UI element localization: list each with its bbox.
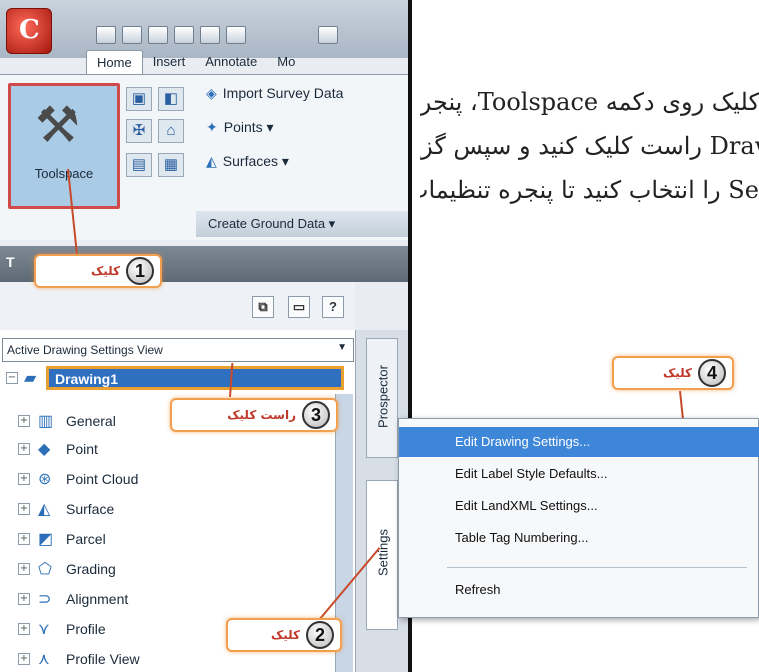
ribbon-panel: ⚒ Toolspace ▣ ◧ ✠ ⌂ ▤ ▦ ◈ Import Survey D… bbox=[0, 74, 408, 240]
save-icon[interactable] bbox=[148, 26, 168, 44]
general-icon: ▥ bbox=[38, 413, 54, 430]
tree-root-drawing1[interactable]: − ▰ Drawing1 bbox=[6, 364, 344, 394]
menu-item-edit-label-style-defaults[interactable]: Edit Label Style Defaults... bbox=[399, 459, 759, 489]
expand-icon[interactable]: + bbox=[18, 593, 30, 605]
surface-icon: ◭ bbox=[206, 153, 217, 169]
survey-icon[interactable]: ✠ bbox=[126, 119, 152, 143]
prospector-icon[interactable]: ▣ bbox=[126, 87, 152, 111]
menu-separator bbox=[447, 567, 747, 568]
tree-item-parcel[interactable]: + ◩ Parcel bbox=[14, 526, 344, 554]
callout-step-2: 2 کلیک bbox=[226, 618, 342, 652]
tree-item-point[interactable]: + ◆ Point bbox=[14, 436, 344, 464]
drawing-icon: ▰ bbox=[24, 370, 37, 387]
profile-view-icon: ⋏ bbox=[38, 651, 50, 668]
toolbox-icon[interactable]: ⌂ bbox=[158, 119, 184, 143]
toolspace-header-title: T bbox=[6, 254, 15, 270]
expand-icon[interactable]: + bbox=[18, 653, 30, 665]
menu-item-refresh[interactable]: Refresh bbox=[399, 575, 759, 605]
surfaces-button[interactable]: ◭ Surfaces ▾ bbox=[206, 153, 289, 170]
preview-icon[interactable]: ⧉ bbox=[252, 296, 274, 318]
surface-icon: ◭ bbox=[38, 501, 51, 518]
point-cloud-icon: ⊛ bbox=[38, 471, 52, 488]
undo-icon[interactable] bbox=[200, 26, 220, 44]
tab-annotate[interactable]: Annotate bbox=[195, 50, 267, 74]
civil3d-screenshot: C Home Insert Annotate Mo ⚒ Toolspace ▣ … bbox=[0, 0, 412, 672]
view-selector-value: Active Drawing Settings View bbox=[7, 343, 163, 357]
toolspace-label: Toolspace bbox=[34, 166, 94, 181]
create-ground-data-panel-title[interactable]: Create Ground Data ▾ bbox=[196, 211, 408, 237]
tools-icon: ⚒ bbox=[35, 97, 80, 153]
expand-icon[interactable]: + bbox=[18, 473, 30, 485]
toolspace-toolbar: ⧉ ▭ ? bbox=[0, 282, 355, 330]
panorama-icon[interactable]: ◧ bbox=[158, 87, 184, 111]
points-icon: ✦ bbox=[206, 119, 218, 135]
profile-icon: ⋎ bbox=[38, 621, 50, 638]
view-selector[interactable]: Active Drawing Settings View ▼ bbox=[2, 338, 354, 362]
tree-item-surface[interactable]: + ◭ Surface bbox=[14, 496, 344, 524]
help-icon[interactable]: ? bbox=[322, 296, 344, 318]
instruction-line-1: ابتدا با کلیک روی دکمه Toolspace، پنجره … bbox=[420, 88, 759, 116]
expand-icon[interactable]: + bbox=[18, 563, 30, 575]
import-survey-data-button[interactable]: ◈ Import Survey Data bbox=[206, 85, 343, 102]
properties-icon[interactable]: ▤ bbox=[126, 153, 152, 177]
drawing1-label[interactable]: Drawing1 bbox=[46, 366, 344, 390]
menu-item-edit-drawing-settings[interactable]: Edit Drawing Settings... bbox=[399, 427, 759, 457]
workspace-icon[interactable] bbox=[318, 26, 338, 44]
alignment-icon: ⊃ bbox=[38, 591, 52, 608]
expand-icon[interactable]: + bbox=[18, 533, 30, 545]
app-logo[interactable]: C bbox=[6, 8, 52, 54]
expand-icon[interactable]: + bbox=[18, 415, 30, 427]
tree-item-grading[interactable]: + ⬠ Grading bbox=[14, 556, 344, 584]
redo-icon[interactable] bbox=[226, 26, 246, 44]
expand-icon[interactable]: + bbox=[18, 443, 30, 455]
tab-home[interactable]: Home bbox=[86, 50, 143, 74]
callout-step-1: 1 کلیک bbox=[34, 254, 162, 288]
instruction-line-3: Settings را انتخاب کنید تا پنجره تنظیمات… bbox=[420, 176, 759, 204]
grading-icon: ⬠ bbox=[38, 561, 52, 578]
context-menu: Edit Drawing Settings... Edit Label Styl… bbox=[398, 418, 759, 618]
callout-step-4: 4 کلیک bbox=[612, 356, 734, 390]
expand-icon[interactable]: + bbox=[18, 623, 30, 635]
expand-icon[interactable]: + bbox=[18, 503, 30, 515]
point-icon: ◆ bbox=[38, 441, 51, 458]
callout-step-3: 3 راست کلیک bbox=[170, 398, 338, 432]
points-button[interactable]: ✦ Points ▾ bbox=[206, 119, 274, 136]
survey-import-icon: ◈ bbox=[206, 85, 217, 101]
menu-item-table-tag-numbering[interactable]: Table Tag Numbering... bbox=[399, 523, 759, 553]
instruction-line-2: Drawing1 راست کلیک کنید و سپس گزینه Edit… bbox=[420, 132, 759, 160]
collapse-icon[interactable]: − bbox=[6, 372, 18, 384]
layers-icon[interactable]: ▦ bbox=[158, 153, 184, 177]
tab-prospector[interactable]: Prospector bbox=[366, 338, 398, 458]
tab-insert[interactable]: Insert bbox=[143, 50, 196, 74]
open-icon[interactable] bbox=[122, 26, 142, 44]
ribbon-tabs: Home Insert Annotate Mo bbox=[86, 50, 305, 74]
print-icon[interactable] bbox=[174, 26, 194, 44]
instruction-text: ابتدا با کلیک روی دکمه Toolspace، پنجره … bbox=[420, 80, 759, 212]
menu-item-edit-landxml-settings[interactable]: Edit LandXML Settings... bbox=[399, 491, 759, 521]
tab-modify[interactable]: Mo bbox=[267, 50, 305, 74]
parcel-icon: ◩ bbox=[38, 531, 54, 548]
tree-item-alignment[interactable]: + ⊃ Alignment bbox=[14, 586, 344, 614]
chevron-down-icon: ▼ bbox=[337, 342, 347, 353]
detail-icon[interactable]: ▭ bbox=[288, 296, 310, 318]
toolspace-button[interactable]: ⚒ Toolspace bbox=[8, 83, 120, 209]
new-icon[interactable] bbox=[96, 26, 116, 44]
tree-item-point-cloud[interactable]: + ⊛ Point Cloud bbox=[14, 466, 344, 494]
